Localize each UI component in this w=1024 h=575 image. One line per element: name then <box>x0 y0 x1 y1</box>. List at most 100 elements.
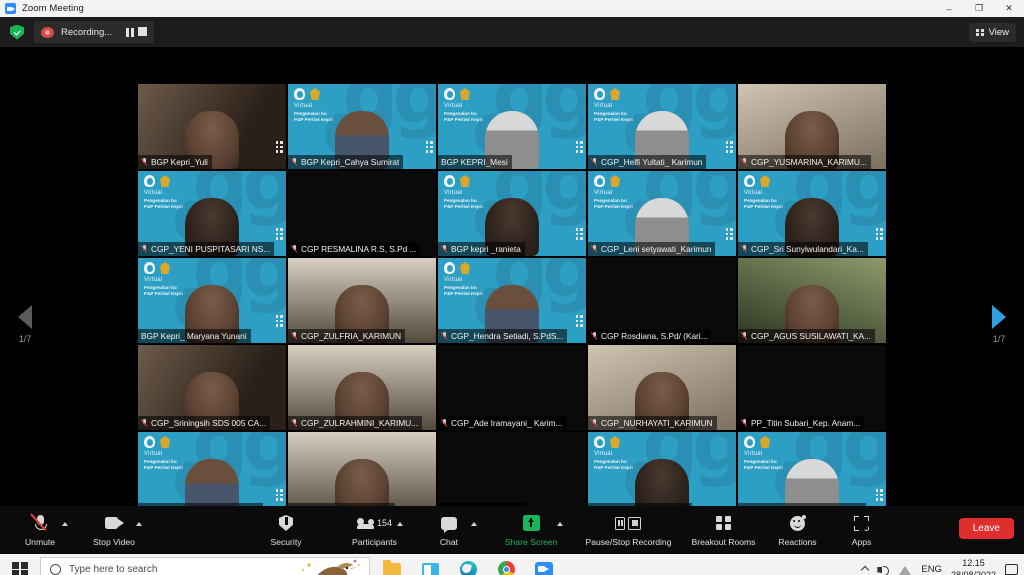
participant-tile[interactable]: CGP_Ade Iramayani_ Karim... <box>438 345 586 430</box>
participant-tile[interactable]: gggVirtualPengenalan buP&P Pertiwi Kepri… <box>438 258 586 343</box>
logo-primary-icon <box>594 436 605 448</box>
microphone-muted-icon <box>741 331 748 341</box>
participant-name: CGP_AGUS SUSILAWATI_KA... <box>751 331 871 341</box>
more-options-icon[interactable] <box>275 489 283 501</box>
audio-options-caret[interactable] <box>62 522 68 526</box>
participant-name-bar: BGP Kepri_Cahya Sumirat <box>288 155 404 169</box>
participant-tile[interactable]: gggVirtualPengenalan buP&P Pertiwi Kepri… <box>588 432 736 517</box>
more-options-icon[interactable] <box>725 141 733 153</box>
apps-button[interactable]: Apps <box>835 506 887 554</box>
view-label: View <box>988 27 1009 38</box>
virtual-bg-subtitle: Pengenalan bu P&P Pertiwi Kepri <box>294 111 333 123</box>
virtual-bg-subtitle: Pengenalan bu P&P Pertiwi Kepri <box>594 111 633 123</box>
apps-label: Apps <box>851 536 872 547</box>
participant-tile[interactable]: PP_Titin Subari_Kep. Anam... <box>738 345 886 430</box>
participants-caret[interactable] <box>396 522 403 526</box>
previous-page-button[interactable]: 1/7 <box>4 305 46 344</box>
participant-tile[interactable]: gggVirtualPengenalan buP&P Pertiwi Kepri… <box>738 171 886 256</box>
pause-icon[interactable] <box>124 27 135 38</box>
edge-icon[interactable] <box>450 554 486 575</box>
participant-tile[interactable]: gggVirtualPengenalan buP&P Pertiwi Kepri… <box>738 432 886 517</box>
pause-stop-recording-button[interactable]: Pause/Stop Recording <box>581 506 675 554</box>
language-indicator[interactable]: ENG <box>921 564 942 575</box>
view-button[interactable]: View <box>969 23 1016 42</box>
microphone-muted-icon <box>741 157 748 167</box>
file-explorer-icon[interactable] <box>374 554 410 575</box>
virtual-bg-title: Virtual <box>744 451 763 457</box>
organization-logos <box>744 175 770 187</box>
participant-tile[interactable]: CGP RESMALINA R.S, S.Pd ... <box>288 171 436 256</box>
virtual-bg-title: Virtual <box>594 103 613 109</box>
participant-tile[interactable]: gggVirtualPengenalan buP&P Pertiwi Kepri… <box>438 84 586 169</box>
wifi-icon[interactable] <box>899 564 912 575</box>
more-options-icon[interactable] <box>875 228 883 240</box>
stop-icon[interactable] <box>138 26 148 36</box>
more-options-icon[interactable] <box>575 315 583 327</box>
mail-icon[interactable] <box>412 554 448 575</box>
participant-tile[interactable]: gggVirtualPengenalan buP&P Pertiwi Kepri… <box>588 171 736 256</box>
participants-button[interactable]: 154 Participants <box>348 506 403 554</box>
participant-tile[interactable]: CGP_AGUS SUSILAWATI_KA... <box>738 258 886 343</box>
participant-tile[interactable]: gggVirtualPengenalan buP&P Pertiwi Kepri… <box>288 84 436 169</box>
smiley-icon <box>789 514 806 531</box>
participant-tile[interactable]: gggVirtualPengenalan buP&P Pertiwi Kepri… <box>138 258 286 343</box>
reactions-button[interactable]: Reactions <box>771 506 823 554</box>
clock[interactable]: 12.15 28/08/2022 <box>951 558 996 575</box>
participant-tile[interactable]: BGP Kepri_Yuli <box>138 84 286 169</box>
participant-tile[interactable]: gggVirtualPengenalan buP&P Pertiwi Kepri… <box>438 171 586 256</box>
participant-tile[interactable]: CGP Rosdiana, S.Pd/ (Kari... <box>588 258 736 343</box>
participant-tile[interactable]: PP_Eny Darwati_Lingga <box>288 432 436 517</box>
participant-tile[interactable]: CGP_Sriningsih SDS 005 CA... <box>138 345 286 430</box>
leave-button[interactable]: Leave <box>958 518 1014 539</box>
maximize-button[interactable]: ❐ <box>964 0 994 17</box>
chat-caret[interactable] <box>470 522 477 526</box>
microphone-muted-icon <box>591 331 598 341</box>
participant-name: CGP_Sri Sunyiwulandari_Ka... <box>751 244 864 254</box>
more-options-icon[interactable] <box>725 228 733 240</box>
more-options-icon[interactable] <box>275 141 283 153</box>
more-options-icon[interactable] <box>575 141 583 153</box>
logo-secondary-icon <box>610 436 620 448</box>
window-title: Zoom Meeting <box>22 3 84 14</box>
close-button[interactable]: ✕ <box>994 0 1024 17</box>
stop-video-label: Stop Video <box>93 536 135 547</box>
share-options-caret[interactable] <box>557 522 564 526</box>
breakout-rooms-button[interactable]: Breakout Rooms <box>687 506 759 554</box>
participant-tile[interactable]: gggVirtualPengenalan buP&P Pertiwi Kepri… <box>588 84 736 169</box>
chevron-up-icon[interactable] <box>861 565 870 574</box>
chrome-icon[interactable] <box>488 554 524 575</box>
participant-tile[interactable]: gggVirtualPengenalan buP&P Pertiwi Kepri… <box>138 171 286 256</box>
participant-tile[interactable]: CGP_YUSMARINA_KARIMU... <box>738 84 886 169</box>
zoom-taskbar-icon[interactable] <box>526 554 562 575</box>
more-options-icon[interactable] <box>425 141 433 153</box>
start-button[interactable] <box>0 554 40 575</box>
participant-name: CGP_Sriningsih SDS 005 CA... <box>151 418 266 428</box>
virtual-bg-subtitle: Pengenalan bu P&P Pertiwi Kepri <box>444 198 483 210</box>
next-page-button[interactable]: 1/7 <box>978 305 1020 344</box>
participant-name: CGP_YENI PUSPITASARI NS... <box>151 244 271 254</box>
participant-tile[interactable]: PP_Sumadi_Batam <box>438 432 586 517</box>
microphone-muted-icon <box>591 157 598 167</box>
speaker-icon[interactable] <box>877 564 890 575</box>
more-options-icon[interactable] <box>275 228 283 240</box>
chat-button[interactable]: Chat <box>423 506 477 554</box>
more-options-icon[interactable] <box>275 315 283 327</box>
participant-tile[interactable]: gggVirtualPengenalan buP&P Pertiwi Kepri… <box>138 432 286 517</box>
logo-secondary-icon <box>460 175 470 187</box>
security-button[interactable]: Security <box>260 506 312 554</box>
virtual-bg-title: Virtual <box>444 277 463 283</box>
unmute-button[interactable]: Unmute <box>14 506 68 554</box>
share-screen-button[interactable]: Share Screen <box>501 506 564 554</box>
more-options-icon[interactable] <box>875 489 883 501</box>
more-options-icon[interactable] <box>575 228 583 240</box>
participant-tile[interactable]: CGP_ZULRAHMINI_KARIMU... <box>288 345 436 430</box>
participant-tile[interactable]: CGP_ZULFRIA_KARIMUN <box>288 258 436 343</box>
microphone-muted-icon <box>441 331 448 341</box>
minimize-button[interactable]: – <box>934 0 964 17</box>
video-options-caret[interactable] <box>136 522 142 526</box>
notification-icon[interactable] <box>1005 564 1018 575</box>
taskbar-search-box[interactable]: Type here to search <box>40 557 370 575</box>
shield-check-icon[interactable] <box>10 24 24 40</box>
stop-video-button[interactable]: Stop Video <box>88 506 142 554</box>
participant-tile[interactable]: CGP_NURHAYATI_KARIMUN <box>588 345 736 430</box>
